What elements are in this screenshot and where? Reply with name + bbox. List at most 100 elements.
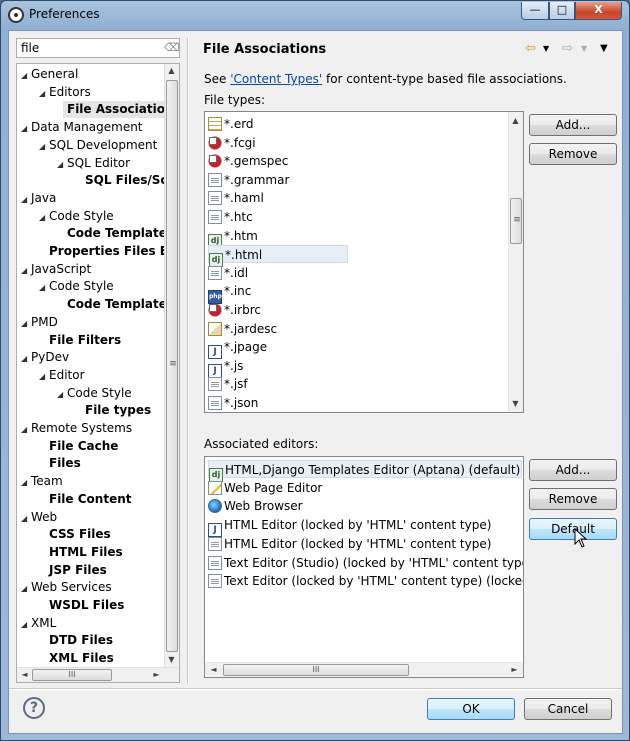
file-type-row[interactable]: *.jsf <box>208 375 248 393</box>
file-type-row[interactable]: *.haml <box>208 189 264 207</box>
tree-vertical-scrollbar[interactable]: ▲ ≡ ▼ <box>164 64 179 667</box>
expand-twisty-icon[interactable]: ◢ <box>21 421 31 438</box>
tree-item[interactable]: ◢ Editor <box>39 367 85 384</box>
tree-item[interactable]: Code Templates <box>67 225 174 242</box>
editor-row[interactable]: Text Editor (Studio) (locked by 'HTML' c… <box>208 554 523 572</box>
tree-scroll-thumb[interactable]: ≡ <box>166 80 178 652</box>
tree-item[interactable]: ◢ XML <box>21 615 56 632</box>
associated-editors-list[interactable]: dj HTML,Django Templates Editor (Aptana) … <box>204 456 524 678</box>
expand-twisty-icon[interactable]: ◢ <box>21 262 31 279</box>
title-bar[interactable]: Preferences — □ X <box>1 1 629 29</box>
clear-filter-icon[interactable]: ⌫ <box>164 42 180 54</box>
expand-twisty-icon[interactable]: ◢ <box>39 209 49 226</box>
expand-twisty-icon[interactable]: ◢ <box>21 616 31 633</box>
tree-item[interactable]: ◢ Code Style <box>39 278 114 295</box>
close-button[interactable]: X <box>575 2 622 20</box>
tree-horizontal-scrollbar[interactable]: ◄ III ► <box>17 667 179 682</box>
tree-item[interactable]: File Cache <box>49 438 118 455</box>
tree-item[interactable]: HTML Files <box>49 544 123 561</box>
file-type-row[interactable]: *.gemspec <box>208 152 288 170</box>
scroll-up-arrow[interactable]: ▲ <box>165 64 178 77</box>
expand-twisty-icon[interactable]: ◢ <box>39 368 49 385</box>
file-type-row[interactable]: dj *.html <box>208 245 348 268</box>
default-editor-button[interactable]: Default <box>529 518 617 540</box>
cancel-button[interactable]: Cancel <box>524 698 612 720</box>
scroll-down-arrow[interactable]: ▼ <box>509 397 522 410</box>
tree-item[interactable]: File Associations <box>63 101 179 119</box>
minimize-button[interactable]: — <box>521 2 549 20</box>
expand-twisty-icon[interactable]: ◢ <box>21 120 31 137</box>
file-type-row[interactable]: J *.jpage <box>208 338 267 360</box>
help-icon[interactable]: ? <box>23 697 45 719</box>
tree-item[interactable]: ◢ Data Management <box>21 119 143 136</box>
tree-item[interactable]: Code Templates <box>67 296 174 313</box>
scroll-right-arrow[interactable]: ► <box>150 668 163 681</box>
expand-twisty-icon[interactable]: ◢ <box>21 474 31 491</box>
forward-menu-icon[interactable]: ▼ <box>581 41 587 57</box>
view-menu-icon[interactable]: ▼ <box>600 41 608 57</box>
tree-item[interactable]: ◢ Remote Systems <box>21 420 132 437</box>
tree-item[interactable]: File types <box>85 402 151 419</box>
maximize-button[interactable]: □ <box>549 2 575 20</box>
tree-item[interactable]: JSP Files <box>49 562 107 579</box>
expand-twisty-icon[interactable]: ◢ <box>39 138 49 155</box>
scroll-down-arrow[interactable]: ▼ <box>165 653 178 666</box>
expand-twisty-icon[interactable]: ◢ <box>57 156 67 173</box>
forward-arrow-icon[interactable]: ⇨ <box>562 41 573 57</box>
editors-hscroll-thumb[interactable]: III <box>223 664 409 676</box>
tree-item[interactable]: ◢ Code Style <box>57 385 132 402</box>
file-types-scroll-thumb[interactable]: ≡ <box>510 198 522 244</box>
content-types-link[interactable]: 'Content Types' <box>230 72 322 86</box>
preference-tree[interactable]: ◢ General ◢ Editors File Associations ◢ Data M… <box>16 63 180 683</box>
tree-item[interactable]: ◢ SQL Development <box>39 137 157 154</box>
editor-row[interactable]: Web Browser <box>208 497 303 515</box>
expand-twisty-icon[interactable]: ◢ <box>57 386 67 403</box>
add-editor-button[interactable]: Add... <box>529 459 617 481</box>
tree-item[interactable]: ◢ General <box>21 66 78 83</box>
file-type-row[interactable]: J *.js <box>208 357 243 378</box>
tree-item[interactable]: Properties Files Editor <box>49 243 179 260</box>
tree-hscroll-thumb[interactable]: III <box>32 669 112 681</box>
editor-row[interactable]: HTML Editor (locked by 'HTML' content ty… <box>208 535 491 553</box>
expand-twisty-icon[interactable]: ◢ <box>21 67 31 84</box>
pane-sash[interactable] <box>187 38 189 683</box>
file-type-row[interactable]: *.irbrc <box>208 301 261 319</box>
tree-item[interactable]: WSDL Files <box>49 597 124 614</box>
expand-twisty-icon[interactable]: ◢ <box>21 510 31 527</box>
file-type-row[interactable]: *.jardesc <box>208 320 277 338</box>
expand-twisty-icon[interactable]: ◢ <box>39 85 49 102</box>
tree-item[interactable]: File Content <box>49 491 132 508</box>
file-type-row[interactable]: *.json <box>208 394 258 412</box>
tree-item[interactable]: ◢ Web Services <box>21 579 112 596</box>
tree-item[interactable]: XML Files <box>49 650 114 667</box>
file-type-row[interactable]: php *.inc <box>208 282 251 305</box>
file-type-row[interactable]: *.grammar <box>208 171 289 189</box>
file-type-row[interactable]: *.erd <box>208 115 254 133</box>
file-type-row[interactable]: dj *.htm <box>208 227 258 248</box>
file-type-row[interactable]: *.htc <box>208 208 253 226</box>
editors-hscrollbar[interactable]: ◄ III ► <box>205 662 523 677</box>
tree-item[interactable]: ◢ Java <box>21 190 56 207</box>
editor-row[interactable]: Web Page Editor <box>208 479 322 497</box>
scroll-left-arrow[interactable]: ◄ <box>207 663 220 676</box>
tree-item[interactable]: ◢ Editors <box>39 84 91 101</box>
scroll-left-arrow[interactable]: ◄ <box>18 668 31 681</box>
expand-twisty-icon[interactable]: ◢ <box>21 350 31 367</box>
filter-input[interactable]: file ⌫ <box>16 38 180 58</box>
add-file-type-button[interactable]: Add... <box>529 114 617 136</box>
remove-file-type-button[interactable]: Remove <box>529 143 617 165</box>
back-arrow-icon[interactable]: ⇦ <box>525 41 536 57</box>
tree-item[interactable]: ◢ PMD <box>21 314 58 331</box>
file-type-row[interactable]: *.idl <box>208 264 248 282</box>
ok-button[interactable]: OK <box>427 698 515 720</box>
tree-item[interactable]: ◢ PyDev <box>21 349 69 366</box>
tree-item[interactable]: Files <box>49 455 81 472</box>
tree-item[interactable]: ◢ Web <box>21 509 57 526</box>
back-menu-icon[interactable]: ▼ <box>543 41 549 57</box>
tree-item[interactable]: ◢ SQL Editor <box>57 155 130 172</box>
tree-item[interactable]: File Filters <box>49 332 121 349</box>
expand-twisty-icon[interactable]: ◢ <box>21 191 31 208</box>
editor-row[interactable]: Text Editor (locked by 'HTML' content ty… <box>208 572 523 590</box>
scroll-right-arrow[interactable]: ► <box>508 663 521 676</box>
tree-item[interactable]: ◢ Team <box>21 473 63 490</box>
